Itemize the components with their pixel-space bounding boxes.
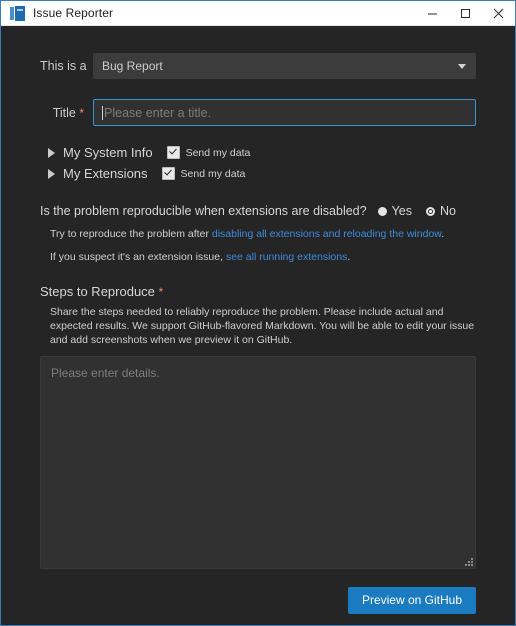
radio-label: No <box>440 204 456 218</box>
hint-suffix: . <box>347 251 351 263</box>
required-asterisk: * <box>158 285 164 299</box>
steps-to-reproduce-label: Steps to Reproduce * <box>40 284 476 299</box>
issue-title-input[interactable]: Please enter a title. <box>93 99 476 126</box>
data-sections: My System Info Send my data My Extension… <box>40 143 476 183</box>
issue-title-placeholder: Please enter a title. <box>104 105 212 120</box>
section-my-extensions[interactable]: My Extensions Send my data <box>48 164 476 183</box>
chevron-right-icon[interactable] <box>48 147 55 158</box>
issue-reporter-window: Issue Reporter This is a Bug Report Titl… <box>0 0 516 626</box>
radio-option-no[interactable]: No <box>426 204 456 218</box>
hint-running-extensions: If you suspect it's an extension issue, … <box>40 251 476 263</box>
form-footer: Preview on GitHub <box>40 587 476 614</box>
issue-type-row: This is a Bug Report <box>40 53 476 79</box>
hint-prefix: If you suspect it's an extension issue, <box>50 251 226 263</box>
steps-to-reproduce-textarea[interactable]: Please enter details. <box>40 356 476 569</box>
window-controls <box>416 1 515 26</box>
issue-title-row: Title * Please enter a title. <box>40 99 476 126</box>
hint-prefix: Try to reproduce the problem after <box>50 228 212 240</box>
radio-icon[interactable] <box>377 206 387 216</box>
title-bar-left: Issue Reporter <box>1 5 114 21</box>
maximize-icon[interactable] <box>449 1 482 26</box>
reproducible-question-block: Is the problem reproducible when extensi… <box>40 204 476 263</box>
resize-handle[interactable] <box>464 557 473 566</box>
reproducible-question-text: Is the problem reproducible when extensi… <box>40 204 367 218</box>
send-my-data-label: Send my data <box>185 146 251 159</box>
text-cursor <box>102 105 103 120</box>
send-my-data-label: Send my data <box>180 167 246 180</box>
close-icon[interactable] <box>482 1 515 26</box>
radio-option-yes[interactable]: Yes <box>377 204 412 218</box>
section-label: My Extensions <box>63 166 148 181</box>
steps-to-reproduce-block: Steps to Reproduce * Share the steps nee… <box>40 284 476 569</box>
link-see-running-extensions[interactable]: see all running extensions <box>226 251 347 263</box>
radio-label: Yes <box>391 204 412 218</box>
required-asterisk: * <box>79 105 84 120</box>
issue-title-label-text: Title <box>52 105 76 120</box>
title-bar: Issue Reporter <box>1 1 515 26</box>
issue-title-label: Title * <box>40 106 93 120</box>
issue-form: This is a Bug Report Title * Please ente… <box>1 26 515 625</box>
issue-type-select[interactable]: Bug Report <box>93 53 476 79</box>
send-my-data-system-info[interactable]: Send my data <box>166 146 251 159</box>
checkbox-icon[interactable] <box>161 167 175 180</box>
window-title: Issue Reporter <box>33 6 114 20</box>
issue-type-label: This is a <box>40 59 87 73</box>
hint-suffix: . <box>441 228 445 240</box>
chevron-right-icon[interactable] <box>48 168 55 179</box>
section-my-system-info[interactable]: My System Info Send my data <box>48 143 476 162</box>
vscode-icon <box>10 5 25 21</box>
checkbox-icon[interactable] <box>166 146 180 159</box>
send-my-data-extensions[interactable]: Send my data <box>161 167 246 180</box>
issue-type-value: Bug Report <box>102 59 163 73</box>
hint-disable-extensions: Try to reproduce the problem after disab… <box>40 228 476 240</box>
section-label: My System Info <box>63 145 153 160</box>
steps-label-text: Steps to Reproduce <box>40 284 155 299</box>
chevron-down-icon <box>458 63 466 69</box>
reproducible-question-row: Is the problem reproducible when extensi… <box>40 204 476 218</box>
minimize-icon[interactable] <box>416 1 449 26</box>
link-disable-extensions[interactable]: disabling all extensions and reloading t… <box>212 228 441 240</box>
preview-on-github-button[interactable]: Preview on GitHub <box>347 587 476 614</box>
steps-to-reproduce-description: Share the steps needed to reliably repro… <box>50 306 475 346</box>
radio-icon-selected[interactable] <box>426 206 435 216</box>
steps-textarea-placeholder: Please enter details. <box>51 366 160 380</box>
